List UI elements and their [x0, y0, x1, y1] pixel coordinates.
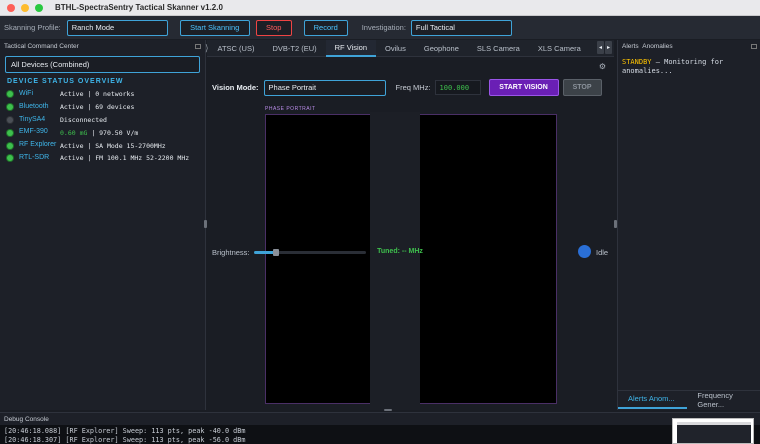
window-thumbnail[interactable]	[672, 418, 754, 444]
tab-prev-icon[interactable]: ◂	[597, 41, 604, 54]
console-log: [20:46:18.088] [RF Explorer] Sweep: 113 …	[0, 425, 760, 444]
status-dot-icon	[7, 104, 13, 111]
tab-frequency-generator[interactable]: Frequency Gener...	[687, 391, 760, 409]
tab-next-icon[interactable]: ▸	[605, 41, 612, 54]
status-dot-icon	[7, 129, 13, 136]
tab-alerts-anomalies[interactable]: Alerts Anom...	[618, 391, 688, 409]
freq-input[interactable]: 100.000	[434, 80, 481, 95]
alerts-log: STANDBY – Monitoring for anomalies...	[622, 58, 752, 75]
center-divider	[370, 112, 420, 410]
device-status: Active | 69 devices	[60, 103, 135, 112]
status-indicator-icon	[578, 245, 591, 258]
tab-bar: ⟩ ATSC (US) DVB-T2 (EU) RF Vision Ovilus…	[205, 39, 614, 57]
tab-sls-camera[interactable]: SLS Camera	[468, 40, 529, 57]
alerts-panel: Alerts Anomalies STANDBY – Monitoring fo…	[617, 40, 760, 410]
profile-label: Skanning Profile:	[4, 23, 61, 32]
device-status-list: WiFi Active | 0 networks Bluetooth Activ…	[0, 88, 205, 165]
standby-status: STANDBY	[622, 58, 652, 66]
device-name: EMF-390	[19, 128, 48, 136]
console-line: [20:46:18.307] [RF Explorer] Sweep: 113 …	[4, 435, 246, 444]
tab-geophone[interactable]: Geophone	[415, 40, 468, 57]
alerts-header: Alerts Anomalies	[618, 40, 760, 52]
minimize-window-button[interactable]	[21, 3, 29, 12]
alerts-title-left: Alerts	[622, 42, 639, 50]
stop-button[interactable]: Stop	[255, 19, 292, 36]
title-bar: BTHL-SpectraSentry Tactical Skanner v1.2…	[0, 0, 760, 16]
maximize-window-button[interactable]	[35, 3, 43, 12]
status-dot-icon	[7, 116, 13, 123]
device-status: 0.60 mG | 970.50 V/m	[60, 126, 195, 137]
tab-atsc[interactable]: ATSC (US)	[209, 40, 264, 57]
status-dot-icon	[7, 142, 13, 149]
status-dot-icon	[7, 91, 13, 98]
main-content: ⟩ ATSC (US) DVB-T2 (EU) RF Vision Ovilus…	[205, 39, 614, 410]
stop-vision-button[interactable]: STOP	[562, 79, 602, 96]
phase-portrait-label: PHASE PORTRAIT	[265, 106, 316, 112]
investigation-label: Investigation:	[361, 23, 406, 32]
device-status: Active | FM 100.1 MHz 52-2200 MHz	[60, 154, 190, 163]
main-toolbar: Skanning Profile: Ranch Mode Start Skann…	[0, 16, 760, 40]
device-status: Disconnected	[60, 115, 107, 124]
device-row-rf-explorer: RF Explorer Active | SA Mode 15-2700MHz	[0, 139, 205, 152]
device-status: Active | SA Mode 15-2700MHz	[60, 141, 166, 150]
brightness-slider-handle[interactable]	[273, 249, 280, 256]
undock-icon[interactable]	[195, 43, 201, 49]
debug-console: Debug Console [20:46:18.088] [RF Explore…	[0, 412, 760, 444]
device-row-tinysa4: TinySA4 Disconnected	[0, 114, 205, 127]
device-name: TinySA4	[19, 115, 46, 123]
device-status-title: DEVICE STATUS OVERVIEW	[7, 78, 124, 85]
status-label: Idle	[596, 248, 609, 257]
profile-select[interactable]: Ranch Mode	[66, 19, 168, 36]
status-dot-icon	[7, 155, 13, 162]
vision-mode-label: Vision Mode:	[212, 83, 259, 92]
console-splitter-handle[interactable]	[384, 409, 392, 411]
brightness-slider[interactable]	[254, 249, 366, 256]
investigation-select[interactable]: Full Tactical	[410, 19, 512, 36]
app-title: BTHL-SpectraSentry Tactical Skanner v1.2…	[55, 3, 223, 12]
device-row-rtl-sdr: RTL-SDR Active | FM 100.1 MHz 52-2200 MH…	[0, 152, 205, 165]
vision-mode-select[interactable]: Phase Portrait	[263, 79, 386, 96]
tab-xls-camera[interactable]: XLS Camera	[529, 40, 590, 57]
window-controls	[7, 3, 43, 12]
device-select[interactable]: All Devices (Combined)	[5, 56, 200, 73]
thumbnail-preview	[677, 422, 751, 443]
alerts-title: Alerts Anomalies	[622, 43, 673, 50]
emf-reading: 0.60 mG	[60, 128, 88, 137]
device-row-wifi: WiFi Active | 0 networks	[0, 88, 205, 101]
start-vision-button[interactable]: START VISION	[488, 79, 559, 96]
panel-header: Tactical Command Center	[0, 40, 205, 52]
right-tab-bar: Alerts Anom... Frequency Gener...	[618, 390, 760, 409]
panel-title: Tactical Command Center	[4, 42, 79, 50]
device-name: RF Explorer	[19, 141, 57, 149]
gear-icon[interactable]: ⚙	[599, 62, 606, 71]
tuned-frequency-readout: Tuned: -- MHz	[377, 248, 423, 255]
tab-dvb-t2[interactable]: DVB-T2 (EU)	[263, 40, 325, 57]
undock-icon[interactable]	[751, 43, 757, 49]
alerts-title-right: Anomalies	[642, 42, 673, 50]
start-skanning-button[interactable]: Start Skanning	[179, 19, 250, 36]
tab-rf-vision[interactable]: RF Vision	[325, 39, 377, 57]
device-row-emf390: EMF-390 0.60 mG | 970.50 V/m	[0, 126, 205, 139]
device-name: Bluetooth	[19, 102, 49, 110]
console-title: Debug Console	[4, 415, 49, 423]
freq-label: Freq MHz:	[395, 83, 431, 92]
device-status: Active | 0 networks	[60, 90, 135, 99]
vision-controls: Vision Mode: Phase Portrait Freq MHz: 10…	[207, 79, 614, 96]
close-window-button[interactable]	[7, 3, 15, 12]
brightness-label: Brightness:	[212, 248, 250, 257]
device-row-bluetooth: Bluetooth Active | 69 devices	[0, 101, 205, 114]
tab-ovilus[interactable]: Ovilus	[376, 40, 415, 57]
record-button[interactable]: Record	[303, 19, 348, 36]
device-name: WiFi	[19, 90, 33, 97]
emf-field-reading: | 970.50 V/m	[87, 128, 139, 137]
console-line: [20:46:18.088] [RF Explorer] Sweep: 113 …	[4, 427, 246, 435]
device-name: RTL-SDR	[19, 153, 50, 161]
tactical-command-center-panel: Tactical Command Center All Devices (Com…	[0, 40, 206, 410]
thumbnail-titlebar	[677, 422, 751, 425]
